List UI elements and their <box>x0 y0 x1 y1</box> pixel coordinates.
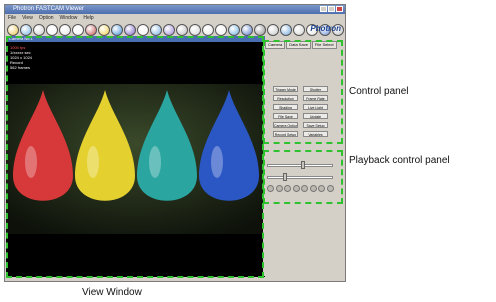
toolbar-button-6-icon[interactable] <box>72 23 84 36</box>
toolbar-button-8-icon[interactable] <box>98 23 110 36</box>
toolbar <box>5 22 345 37</box>
toolbar-button-10-icon[interactable] <box>124 23 136 36</box>
menu-bar: File View Option Window Help <box>5 14 348 22</box>
menu-window[interactable]: Window <box>60 14 78 22</box>
maximize-button[interactable] <box>328 6 335 12</box>
toolbar-button-22-icon[interactable] <box>280 23 292 36</box>
toolbar-button-5-icon[interactable] <box>59 23 71 36</box>
view-window-label: View Window <box>82 287 142 298</box>
menu-view[interactable]: View <box>22 14 33 22</box>
toolbar-button-23-icon[interactable] <box>293 23 305 36</box>
toolbar-button-7-icon[interactable] <box>85 23 97 36</box>
toolbar-button-13-icon[interactable] <box>163 23 175 36</box>
window-title: Photron FASTCAM Viewer <box>13 6 84 12</box>
toolbar-button-12-icon[interactable] <box>150 23 162 36</box>
toolbar-button-18-icon[interactable] <box>228 23 240 36</box>
brand-logo: Photron <box>310 24 341 33</box>
menu-file[interactable]: File <box>8 14 16 22</box>
playback-panel-highlight <box>263 150 343 204</box>
toolbar-button-11-icon[interactable] <box>137 23 149 36</box>
menu-help[interactable]: Help <box>83 14 93 22</box>
toolbar-button-16-icon[interactable] <box>202 23 214 36</box>
playback-control-panel-label: Playback control panel <box>349 155 450 166</box>
toolbar-button-21-icon[interactable] <box>267 23 279 36</box>
toolbar-button-20-icon[interactable] <box>254 23 266 36</box>
toolbar-button-1-icon[interactable] <box>7 23 19 36</box>
toolbar-button-17-icon[interactable] <box>215 23 227 36</box>
toolbar-button-9-icon[interactable] <box>111 23 123 36</box>
control-panel-label: Control panel <box>349 86 409 97</box>
toolbar-button-3-icon[interactable] <box>33 23 45 36</box>
minimize-button[interactable] <box>320 6 327 12</box>
toolbar-button-19-icon[interactable] <box>241 23 253 36</box>
view-window-highlight <box>6 36 264 278</box>
toolbar-button-4-icon[interactable] <box>46 23 58 36</box>
toolbar-button-15-icon[interactable] <box>189 23 201 36</box>
menu-option[interactable]: Option <box>39 14 54 22</box>
toolbar-button-2-icon[interactable] <box>20 23 32 36</box>
control-panel-highlight <box>263 40 343 144</box>
window-controls <box>320 6 343 12</box>
title-bar: Photron FASTCAM Viewer <box>5 5 345 14</box>
toolbar-button-14-icon[interactable] <box>176 23 188 36</box>
close-button[interactable] <box>336 6 343 12</box>
